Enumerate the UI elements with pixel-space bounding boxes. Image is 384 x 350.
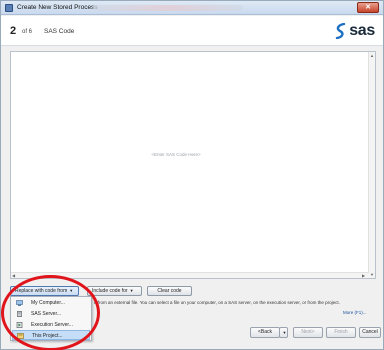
include-label: Include code for [92, 288, 128, 294]
computer-icon [16, 300, 23, 306]
scroll-down-icon[interactable]: ▼ [370, 272, 374, 277]
replace-label: Replace with code from [15, 288, 68, 294]
blurred-title-region [93, 5, 243, 11]
wizard-header: 2 of 6 SAS Code sas [1, 16, 383, 46]
step-total: of 6 [22, 29, 33, 35]
menu-item-label: This Project... [32, 333, 63, 339]
menu-item-label: SAS Server... [31, 311, 62, 317]
back-history-button[interactable]: ▼ [279, 327, 288, 338]
title-bar: Create New Stored Process ✕ [1, 1, 383, 15]
step-title: SAS Code [44, 28, 75, 35]
menu-item-this-project[interactable]: This Project... [12, 330, 90, 340]
scroll-left-icon[interactable]: ◀ [12, 273, 15, 278]
cancel-button[interactable]: Cancel [359, 327, 381, 338]
more-help-link[interactable]: More (F1)... [343, 310, 367, 316]
step-number: 2 [10, 25, 17, 37]
scroll-up-icon[interactable]: ▲ [370, 53, 374, 58]
menu-item-label: Execution Server... [31, 322, 73, 328]
sas-wordmark: sas [349, 22, 375, 39]
sas-mark-icon [336, 23, 346, 39]
chevron-down-icon: ▼ [69, 288, 74, 293]
menu-item-label: My Computer... [31, 300, 65, 306]
server-icon [17, 311, 22, 317]
app-icon [5, 4, 13, 12]
horizontal-scrollbar[interactable]: ◀ ▶ [11, 272, 369, 278]
project-icon [17, 333, 24, 339]
scroll-right-icon[interactable]: ▶ [362, 273, 365, 278]
chevron-down-icon: ▼ [129, 288, 134, 293]
window-title: Create New Stored Process [17, 4, 98, 11]
back-button[interactable]: <Back [250, 327, 280, 338]
code-editor[interactable]: <Enter SAS Code Here> ▲ ▼ ◀ ▶ [10, 51, 376, 279]
chevron-down-icon: ▼ [282, 330, 287, 335]
execution-server-icon [16, 322, 23, 328]
menu-item-sas-server[interactable]: SAS Server... [12, 309, 90, 319]
close-button[interactable]: ✕ [357, 2, 379, 13]
clear-code-button[interactable]: Clear code [147, 286, 192, 296]
replace-source-menu: My Computer... SAS Server... Execution S… [10, 296, 92, 341]
next-button[interactable]: Next> [293, 327, 323, 338]
sas-logo: sas [334, 21, 375, 41]
finish-button[interactable]: Finish [326, 327, 356, 338]
editor-placeholder: <Enter SAS Code Here> [151, 152, 201, 157]
include-code-button[interactable]: Include code for ▼ [87, 286, 142, 296]
wizard-window: Create New Stored Process ✕ 2 of 6 SAS C… [0, 0, 384, 350]
menu-item-execution-server[interactable]: Execution Server... [12, 320, 90, 330]
replace-with-code-button[interactable]: Replace with code from ▼ [10, 286, 79, 296]
vertical-scrollbar[interactable]: ▲ ▼ [368, 52, 375, 278]
help-description: e from an external file. You can select … [94, 300, 340, 305]
menu-item-my-computer[interactable]: My Computer... [12, 298, 90, 308]
